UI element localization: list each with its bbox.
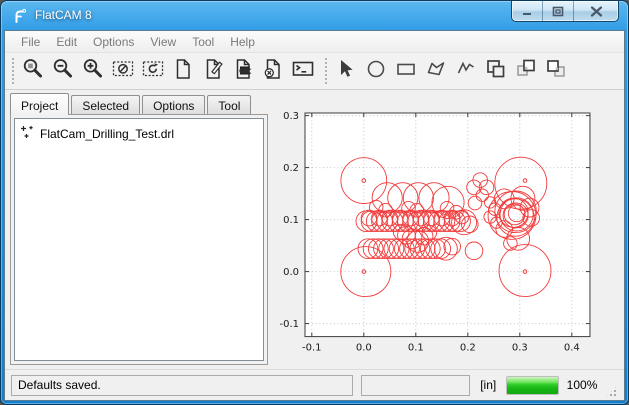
status-message: Defaults saved. <box>18 378 101 392</box>
drill-plot: -0.1 0.0 0.1 0.2 0.3 0.4 -0.1 0.0 0.1 0.2 0.3 <box>270 94 626 362</box>
zoom-in-icon <box>81 57 105 86</box>
replot-icon <box>141 57 165 86</box>
maximize-button[interactable] <box>543 1 574 21</box>
draw-circle-button[interactable] <box>361 56 391 86</box>
units-label: [in] <box>478 378 498 392</box>
menubar: FileEditOptionsViewToolHelp <box>5 31 624 53</box>
tab-page-project: FlatCam_Drilling_Test.drl <box>10 114 268 365</box>
project-tree[interactable]: FlatCam_Drilling_Test.drl <box>14 118 264 361</box>
subtract-button[interactable] <box>511 56 541 86</box>
toolbar-group-2 <box>318 53 571 89</box>
intersect-button[interactable] <box>541 56 571 86</box>
delete-file-button[interactable] <box>258 56 288 86</box>
tab-selected[interactable]: Selected <box>71 95 140 114</box>
edit-file-icon <box>201 57 225 86</box>
subtract-icon <box>514 57 538 86</box>
draw-rectangle-icon <box>394 57 418 86</box>
draw-path-icon <box>454 57 478 86</box>
tab-tool[interactable]: Tool <box>207 95 251 114</box>
toolbar-handle[interactable] <box>10 58 15 84</box>
draw-polygon-icon <box>424 57 448 86</box>
new-file-icon <box>171 57 195 86</box>
tabbar: ProjectSelectedOptionsTool <box>10 92 268 114</box>
tab-options[interactable]: Options <box>142 95 205 114</box>
tree-item-label: FlatCam_Drilling_Test.drl <box>40 127 174 141</box>
svg-text:0.1: 0.1 <box>408 343 424 354</box>
zoom-fit-button[interactable] <box>18 56 48 86</box>
svg-text:0.0: 0.0 <box>283 267 299 278</box>
svg-text:0.3: 0.3 <box>283 111 299 122</box>
status-secondary-panel <box>361 375 470 396</box>
select-button[interactable] <box>331 56 361 86</box>
zoom-out-button[interactable] <box>48 56 78 86</box>
resize-grip-icon[interactable] <box>605 385 618 398</box>
svg-text:Ok: Ok <box>240 66 251 74</box>
flatcam-window: FlatCAM 8 FileEditOptionsViewToolHelp Ok… <box>0 0 629 405</box>
left-pane: ProjectSelectedOptionsTool FlatCam_Drill… <box>5 90 268 369</box>
shell-button[interactable] <box>288 56 318 86</box>
close-button[interactable] <box>574 1 618 21</box>
accept-file-button[interactable]: Ok <box>228 56 258 86</box>
draw-polygon-button[interactable] <box>421 56 451 86</box>
toolbar-handle[interactable] <box>323 58 328 84</box>
progress-fill <box>507 377 557 394</box>
menu-edit[interactable]: Edit <box>48 32 85 52</box>
content: ProjectSelectedOptionsTool FlatCam_Drill… <box>5 90 624 369</box>
plot-canvas[interactable]: -0.1 0.0 0.1 0.2 0.3 0.4 -0.1 0.0 0.1 0.2 0.3 <box>268 90 624 369</box>
window-title: FlatCAM 8 <box>35 8 92 22</box>
tree-item[interactable]: FlatCam_Drilling_Test.drl <box>17 123 261 144</box>
zoom-in-button[interactable] <box>78 56 108 86</box>
draw-circle-icon <box>364 57 388 86</box>
minimize-button[interactable] <box>512 1 543 21</box>
menu-tool[interactable]: Tool <box>184 32 222 52</box>
toolbar: Ok <box>5 53 624 90</box>
progress-bar <box>506 376 558 395</box>
zoom-fit-icon <box>21 57 45 86</box>
svg-text:-0.1: -0.1 <box>279 319 299 330</box>
delete-file-icon <box>261 57 285 86</box>
clear-plot-icon <box>111 57 135 86</box>
shell-icon <box>291 57 315 86</box>
svg-text:0.0: 0.0 <box>356 343 372 354</box>
clear-plot-button[interactable] <box>108 56 138 86</box>
svg-text:0.1: 0.1 <box>283 215 299 226</box>
intersect-icon <box>544 57 568 86</box>
accept-file-icon: Ok <box>231 57 255 86</box>
drill-marks-icon <box>19 124 35 143</box>
edit-file-button[interactable] <box>198 56 228 86</box>
new-file-button[interactable] <box>168 56 198 86</box>
union-button[interactable] <box>481 56 511 86</box>
window-controls <box>511 1 619 22</box>
svg-text:0.3: 0.3 <box>512 343 528 354</box>
progress-percent-label: 100% <box>567 378 598 392</box>
draw-rectangle-button[interactable] <box>391 56 421 86</box>
close-icon <box>590 6 603 17</box>
flatcam-logo-icon <box>11 7 29 25</box>
draw-path-button[interactable] <box>451 56 481 86</box>
svg-text:0.4: 0.4 <box>564 343 580 354</box>
union-icon <box>484 57 508 86</box>
tab-project[interactable]: Project <box>10 93 69 115</box>
toolbar-group-1: Ok <box>5 53 318 89</box>
select-icon <box>334 57 358 86</box>
menu-file[interactable]: File <box>13 32 48 52</box>
statusbar: Defaults saved. [in] 100% <box>5 369 624 400</box>
svg-text:-0.1: -0.1 <box>302 343 322 354</box>
titlebar[interactable]: FlatCAM 8 <box>1 1 628 30</box>
app-body: FileEditOptionsViewToolHelp Ok ProjectSe… <box>4 30 625 401</box>
svg-text:0.2: 0.2 <box>283 163 299 174</box>
maximize-icon <box>552 6 564 17</box>
status-message-panel: Defaults saved. <box>11 375 353 396</box>
replot-button[interactable] <box>138 56 168 86</box>
menu-view[interactable]: View <box>142 32 184 52</box>
menu-options[interactable]: Options <box>85 32 142 52</box>
svg-text:0.2: 0.2 <box>460 343 476 354</box>
menu-help[interactable]: Help <box>222 32 263 52</box>
minimize-icon <box>521 6 533 16</box>
zoom-out-icon <box>51 57 75 86</box>
